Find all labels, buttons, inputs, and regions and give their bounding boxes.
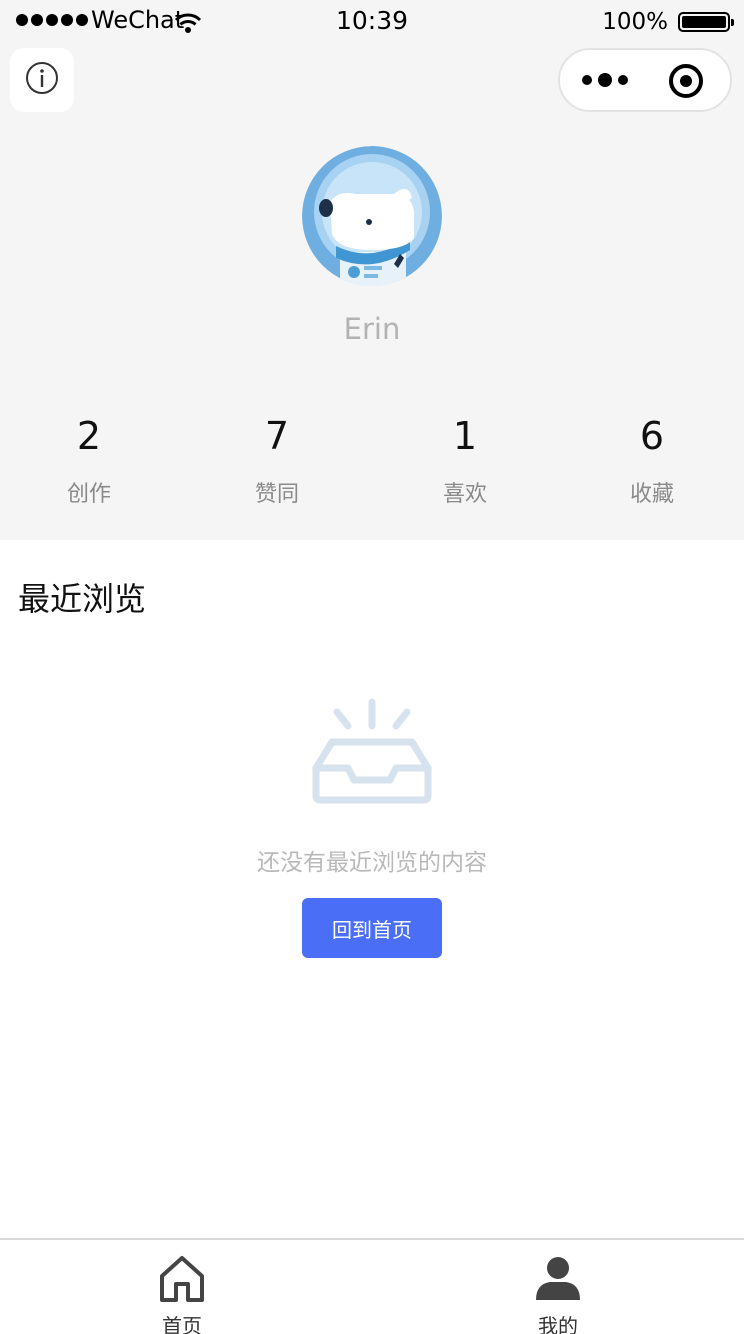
tab-mine[interactable]: 我的 bbox=[458, 1240, 658, 1334]
section-title-recent: 最近浏览 bbox=[18, 580, 147, 618]
stat-value: 6 bbox=[639, 414, 665, 458]
stat-label: 收藏 bbox=[629, 482, 674, 507]
info-icon bbox=[25, 61, 59, 99]
info-button[interactable] bbox=[10, 48, 74, 112]
tab-label: 我的 bbox=[538, 1314, 578, 1334]
stat-value: 1 bbox=[452, 414, 478, 458]
more-dots-icon[interactable] bbox=[582, 73, 628, 87]
stat-label: 创作 bbox=[66, 482, 111, 507]
empty-inbox-icon bbox=[310, 696, 434, 810]
tab-bar: 首页 我的 bbox=[0, 1238, 744, 1334]
record-target-icon[interactable] bbox=[668, 63, 704, 103]
username: Erin bbox=[343, 312, 401, 346]
back-to-home-button[interactable]: 回到首页 bbox=[302, 898, 442, 958]
stat-label: 喜欢 bbox=[442, 482, 487, 507]
battery-percent: 100% bbox=[602, 9, 668, 35]
stat-value: 2 bbox=[76, 414, 102, 458]
user-icon bbox=[534, 1254, 582, 1306]
stat-approvals[interactable]: 7 赞同 bbox=[202, 410, 352, 508]
battery-icon bbox=[678, 12, 734, 32]
home-icon bbox=[158, 1254, 206, 1306]
mini-program-capsule bbox=[558, 48, 732, 112]
status-bar: WeChat 10:39 100% bbox=[0, 0, 744, 44]
avatar[interactable] bbox=[302, 146, 442, 286]
stat-value: 7 bbox=[264, 414, 290, 458]
empty-state-text: 还没有最近浏览的内容 bbox=[257, 850, 487, 876]
stat-favorites[interactable]: 6 收藏 bbox=[577, 410, 727, 508]
stats-row: 2 创作 7 赞同 1 喜欢 6 收藏 bbox=[0, 410, 744, 520]
stat-label: 赞同 bbox=[254, 482, 299, 507]
tab-label: 首页 bbox=[162, 1314, 202, 1334]
stat-likes[interactable]: 1 喜欢 bbox=[390, 410, 540, 508]
stat-creations[interactable]: 2 创作 bbox=[14, 410, 164, 508]
tab-home[interactable]: 首页 bbox=[82, 1240, 282, 1334]
